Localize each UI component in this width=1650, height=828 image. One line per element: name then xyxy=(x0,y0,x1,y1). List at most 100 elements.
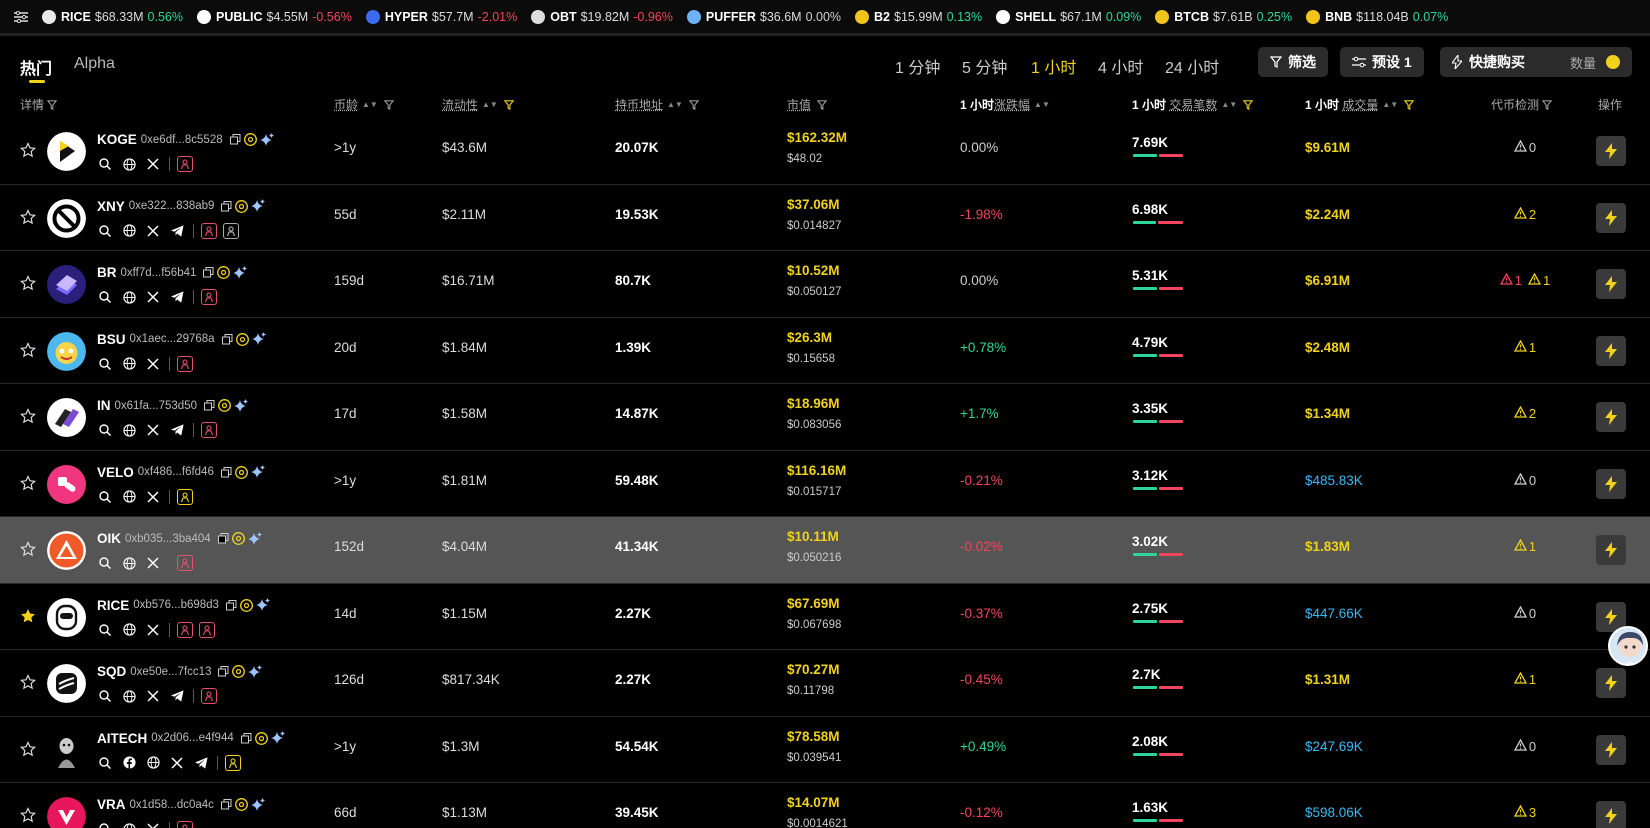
ai-sparkle-icon[interactable] xyxy=(248,665,262,679)
filter-active-icon[interactable] xyxy=(1404,100,1414,110)
website-globe-icon[interactable] xyxy=(121,622,137,638)
timeframe-1h[interactable]: 1 小时 xyxy=(1031,54,1076,78)
search-icon[interactable] xyxy=(97,422,113,438)
search-icon[interactable] xyxy=(97,356,113,372)
table-row[interactable]: BSU 0x1aec...29768a 20d $1.84M 1.39K $26.3M $0… xyxy=(0,318,1650,385)
website-globe-icon[interactable] xyxy=(121,821,137,828)
token-symbol[interactable]: SQD xyxy=(97,664,126,679)
dev-holder-icon[interactable] xyxy=(177,622,193,638)
x-twitter-icon[interactable] xyxy=(145,289,161,305)
col-volume[interactable]: 1 小时 成交量 ▲▼ xyxy=(1305,96,1414,113)
website-globe-icon[interactable] xyxy=(121,422,137,438)
token-symbol[interactable]: VRA xyxy=(97,797,126,812)
x-twitter-icon[interactable] xyxy=(145,622,161,638)
copy-icon[interactable] xyxy=(218,666,229,677)
favorite-star-icon[interactable] xyxy=(20,142,36,158)
dev-holder-icon[interactable] xyxy=(201,289,217,305)
timeframe-24h[interactable]: 24 小时 xyxy=(1165,54,1219,78)
ai-sparkle-icon[interactable] xyxy=(251,798,265,812)
timeframe-5m[interactable]: 5 分钟 xyxy=(962,54,1007,78)
x-twitter-icon[interactable] xyxy=(169,755,185,771)
at-mention-icon[interactable] xyxy=(218,399,231,412)
warning-indicator[interactable]: 2 xyxy=(1514,207,1536,222)
favorite-star-icon[interactable] xyxy=(20,475,36,491)
x-twitter-icon[interactable] xyxy=(145,356,161,372)
quick-buy-lightning-button[interactable] xyxy=(1596,402,1626,432)
dev-holder-icon[interactable] xyxy=(201,688,217,704)
telegram-icon[interactable] xyxy=(193,755,209,771)
favorite-star-icon[interactable] xyxy=(20,541,36,557)
ai-sparkle-icon[interactable] xyxy=(260,133,274,147)
ticker-item[interactable]: OBT $19.82M -0.96% xyxy=(531,10,673,24)
copy-icon[interactable] xyxy=(222,334,233,345)
dev-holder-icon[interactable] xyxy=(201,223,217,239)
col-change[interactable]: 1 小时 涨跌幅 ▲▼ xyxy=(960,96,1050,113)
table-row[interactable]: IN 0x61fa...753d50 17d $1.58M 14.87K $18.96M $… xyxy=(0,384,1650,451)
ai-sparkle-icon[interactable] xyxy=(248,532,262,546)
col-tx[interactable]: 1 小时 交易笔数 ▲▼ xyxy=(1132,96,1253,113)
col-mcap[interactable]: 市值 xyxy=(787,96,827,113)
table-row[interactable]: AITECH 0x2d06...e4f944 >1y $1.3M 54.54K $78.5… xyxy=(0,717,1650,784)
dev-holder-icon[interactable] xyxy=(177,356,193,372)
ai-sparkle-icon[interactable] xyxy=(256,598,270,612)
copy-icon[interactable] xyxy=(221,201,232,212)
quick-buy-lightning-button[interactable] xyxy=(1596,203,1626,233)
dev-holder-icon[interactable] xyxy=(177,555,193,571)
telegram-icon[interactable] xyxy=(169,688,185,704)
at-mention-icon[interactable] xyxy=(240,599,253,612)
sort-icon[interactable]: ▲▼ xyxy=(667,102,683,107)
ticker-item[interactable]: RICE $68.33M 0.56% xyxy=(42,10,183,24)
x-twitter-icon[interactable] xyxy=(145,422,161,438)
ai-sparkle-icon[interactable] xyxy=(271,731,285,745)
copy-icon[interactable] xyxy=(226,600,237,611)
sort-icon[interactable]: ▲▼ xyxy=(362,102,378,107)
token-symbol[interactable]: AITECH xyxy=(97,731,147,746)
col-token-check[interactable]: 代币检测 xyxy=(1491,96,1552,113)
warning-indicator[interactable]: 0 xyxy=(1514,140,1536,155)
favorite-star-filled-icon[interactable] xyxy=(20,608,36,624)
favorite-star-icon[interactable] xyxy=(20,275,36,291)
filter-icon[interactable] xyxy=(689,100,699,110)
table-row[interactable]: RICE 0xb576...b698d3 14d $1.15M 2.27K $67.69M… xyxy=(0,584,1650,651)
favorite-star-icon[interactable] xyxy=(20,807,36,823)
dev-holder-icon[interactable] xyxy=(201,422,217,438)
token-symbol[interactable]: RICE xyxy=(97,598,129,613)
at-mention-icon[interactable] xyxy=(244,133,257,146)
warning-indicator[interactable]: 1 xyxy=(1500,273,1522,288)
copy-icon[interactable] xyxy=(204,400,215,411)
favorite-star-icon[interactable] xyxy=(20,674,36,690)
token-symbol[interactable]: BR xyxy=(97,265,117,280)
ai-sparkle-icon[interactable] xyxy=(251,465,265,479)
ai-sparkle-icon[interactable] xyxy=(233,266,247,280)
ticker-item[interactable]: PUBLIC $4.55M -0.56% xyxy=(197,10,352,24)
website-globe-icon[interactable] xyxy=(121,156,137,172)
at-mention-icon[interactable] xyxy=(255,732,268,745)
favorite-star-icon[interactable] xyxy=(20,408,36,424)
sort-icon[interactable]: ▲▼ xyxy=(482,102,498,107)
telegram-icon[interactable] xyxy=(169,422,185,438)
dev-holder-icon[interactable] xyxy=(225,755,241,771)
table-row[interactable]: BR 0xff7d...f56b41 159d $16.71M 80.7K $10.52M… xyxy=(0,251,1650,318)
tag-icon[interactable] xyxy=(223,223,239,239)
search-icon[interactable] xyxy=(97,555,113,571)
at-mention-icon[interactable] xyxy=(236,333,249,346)
search-icon[interactable] xyxy=(97,622,113,638)
warning-indicator[interactable]: 1 xyxy=(1528,273,1550,288)
warning-indicator[interactable]: 1 xyxy=(1514,672,1536,687)
col-detail[interactable]: 详情 xyxy=(20,96,57,113)
assistant-avatar[interactable] xyxy=(1608,626,1648,666)
search-icon[interactable] xyxy=(97,489,113,505)
copy-icon[interactable] xyxy=(203,267,214,278)
website-globe-icon[interactable] xyxy=(121,688,137,704)
search-icon[interactable] xyxy=(97,688,113,704)
x-twitter-icon[interactable] xyxy=(145,688,161,704)
preset-button[interactable]: 预设 1 xyxy=(1340,47,1424,77)
ai-sparkle-icon[interactable] xyxy=(234,399,248,413)
at-mention-icon[interactable] xyxy=(217,266,230,279)
quick-buy-lightning-button[interactable] xyxy=(1596,136,1626,166)
at-mention-icon[interactable] xyxy=(235,798,248,811)
settings-sliders-icon[interactable] xyxy=(0,0,42,35)
at-mention-icon[interactable] xyxy=(232,665,245,678)
filter-icon[interactable] xyxy=(384,100,394,110)
filter-button[interactable]: 筛选 xyxy=(1258,47,1328,77)
